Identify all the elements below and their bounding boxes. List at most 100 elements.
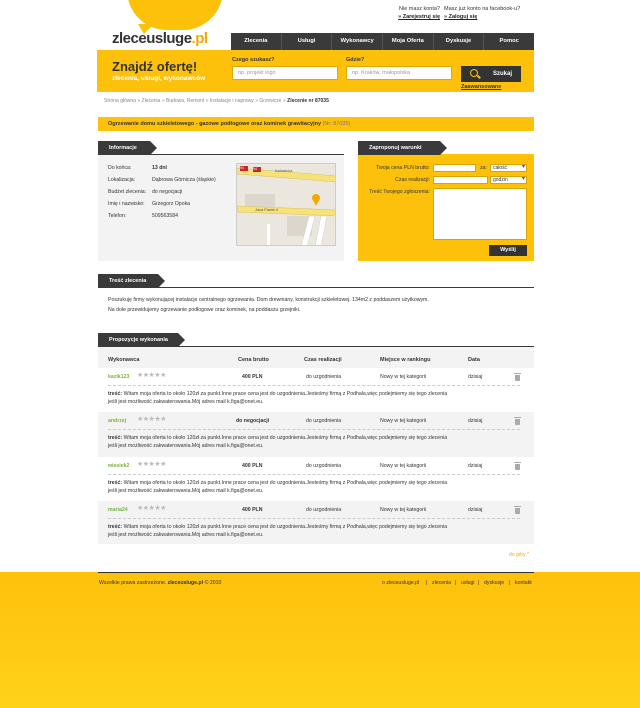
proposal-time: do uzgodnienia [306, 374, 342, 380]
footer [0, 572, 640, 708]
message-label: Treść Twojego zgłoszenia: [369, 189, 430, 195]
proposal-time: do uzgodnienia [306, 418, 342, 424]
register-link[interactable]: » Zarejestruj się [380, 13, 440, 21]
map-road-label: 94 [253, 167, 257, 171]
proposal-comment-cont: jeśli jest możliwość zakwaterowania.Mój … [108, 443, 264, 449]
column-header: Data [468, 357, 480, 363]
footer-sep: | [455, 580, 457, 586]
search-button-label: Szukaj [493, 71, 513, 77]
breadcrumb[interactable]: Strona główna » Zlecenia » Budowa, Remon… [104, 98, 329, 104]
proposal-rank: Nowy w tej kategorii [380, 374, 427, 380]
info-label: Imię i nazwisko: [108, 201, 145, 207]
search-icon [470, 69, 478, 77]
proposal-user-link[interactable]: andrzej [108, 418, 126, 424]
tab-propozycje: Propozycje wykonania [98, 333, 185, 347]
time-input[interactable] [433, 176, 488, 184]
nav-item-dyskusje[interactable]: Dyskusje [434, 33, 485, 50]
info-label: Lokalizacja: [108, 177, 136, 183]
footer-link-zlecenia[interactable]: zlecenia [432, 580, 451, 586]
column-header: Czas realizacji [304, 357, 342, 363]
proposal-time: do uzgodnienia [306, 463, 342, 469]
proposal-time: do uzgodnienia [306, 507, 342, 513]
info-value: Grzegorz Opoka [152, 201, 191, 207]
footer-sep: | [478, 580, 480, 586]
proposal-rank: Nowy w tej kategorii [380, 507, 427, 513]
trash-icon[interactable] [514, 373, 521, 381]
description-text: Poszukuję firmy wykonującej instalacje c… [108, 297, 429, 303]
proposal-price: 400 PLN [242, 507, 263, 513]
time-label: Czas realizacji: [395, 177, 430, 183]
footer-link-dyskusje[interactable]: dyskusje [484, 580, 504, 586]
footer-divider [98, 572, 534, 573]
footer-link-about[interactable]: o zleceusluge.pl [382, 580, 419, 586]
description-panel [98, 287, 534, 320]
info-value: Dąbrowa Górnicza (śląskie) [152, 177, 216, 183]
proposal-user-link[interactable]: maria24 [108, 507, 128, 513]
nav-item-moja-oferta[interactable]: Moja Oferta [383, 33, 434, 50]
what-label: Czego szukasz? [232, 57, 275, 63]
proposal-comment-cont: jeśli jest możliwość zakwaterowania.Mój … [108, 532, 264, 538]
info-label: Telefon: [108, 213, 127, 219]
tab-informacje: Informacje [98, 141, 157, 155]
price-input[interactable] [433, 164, 476, 172]
login-box: Masz już konto na facebook-u? » Zaloguj … [444, 5, 534, 21]
proposal-comment-cont: jeśli jest możliwość zakwaterowania.Mój … [108, 399, 264, 405]
what-input[interactable]: np. projekt logo [232, 66, 338, 80]
proposal-rank: Nowy w tej kategorii [380, 463, 427, 469]
column-header: Miejsce w rankingu [380, 357, 431, 363]
proposal-date: dzisiaj [468, 374, 483, 380]
proposal-price: 400 PLN [242, 374, 263, 380]
nav-item-pomoc[interactable]: Pomoc [484, 33, 534, 50]
logo[interactable]: zleceusluge.pl [112, 30, 208, 47]
row-separator [108, 429, 520, 430]
proposal-date: dzisiaj [468, 418, 483, 424]
send-button[interactable]: Wyślij [489, 245, 527, 256]
proposal-comment: treść: Witam moja oferta to około 120zł … [108, 524, 448, 530]
proposal-date: dzisiaj [468, 463, 483, 469]
register-box: Nie masz konta? » Zarejestruj się [380, 5, 440, 21]
nav-item-zlecenia[interactable]: Zlecenia [231, 33, 282, 50]
nav-item-wykonawcy[interactable]: Wykonawcy [332, 33, 384, 50]
time-unit-select[interactable]: godzin [490, 176, 527, 184]
map-street-label: Jana Pawła II [255, 208, 278, 212]
column-header: Wykonawca [108, 357, 140, 363]
advanced-search-link[interactable]: Zaawansowane [461, 84, 501, 90]
location-map[interactable]: 94 94 Katowicka Jana Pawła II [236, 163, 336, 246]
info-label: Budżet zlecenia: [108, 189, 147, 195]
map-street-label: Katowicka [275, 169, 293, 173]
search-button[interactable]: Szukaj [461, 66, 521, 82]
za-label: za: [480, 165, 487, 171]
price-unit-select[interactable]: całość [490, 164, 527, 172]
hero-subtitle: zlecenia, usługi, wykonawców [112, 75, 206, 82]
footer-link-uslugi[interactable]: usługi [461, 580, 475, 586]
message-textarea[interactable] [433, 188, 527, 240]
rating-stars-icon: ★★★★★ [137, 416, 166, 423]
where-input[interactable]: np. Kraków, małopolska [346, 66, 452, 80]
proposal-comment: treść: Witam moja oferta to około 120zł … [108, 480, 448, 486]
footer-sep: | [426, 580, 428, 586]
order-number: (Nr: 87035) [322, 121, 351, 127]
trash-icon[interactable] [514, 462, 521, 470]
login-link[interactable]: » Zaloguj się [444, 13, 534, 21]
proposal-comment: treść: Witam moja oferta to około 120zł … [108, 435, 448, 441]
rating-stars-icon: ★★★★★ [137, 505, 166, 512]
proposal-user-link[interactable]: kazik123 [108, 374, 129, 380]
nav-item-uslugi[interactable]: Usługi [282, 33, 333, 50]
row-separator [108, 385, 520, 386]
trash-icon[interactable] [514, 506, 521, 514]
proposal-date: dzisiaj [468, 507, 483, 513]
row-separator [108, 518, 520, 519]
rating-stars-icon: ★★★★★ [137, 461, 166, 468]
footer-copyright: Wszelkie prawa zastrzeżone. zleceusluge.… [99, 580, 222, 586]
row-separator [108, 474, 520, 475]
footer-link-kontakt[interactable]: kontakt [515, 580, 532, 586]
proposal-comment: treść: Witam moja oferta to około 120zł … [108, 391, 448, 397]
column-header: Cena brutto [238, 357, 269, 363]
breadcrumb-current: Zlecenie nr 87035 [287, 98, 329, 104]
trash-icon[interactable] [514, 417, 521, 425]
info-label: Do końca: [108, 165, 132, 171]
proposal-user-link[interactable]: wiesiek2 [108, 463, 129, 469]
rating-stars-icon: ★★★★★ [137, 372, 166, 379]
back-to-top-link[interactable]: do góry ^ [509, 552, 529, 558]
proposal-comment-cont: jeśli jest możliwość zakwaterowania.Mój … [108, 488, 264, 494]
